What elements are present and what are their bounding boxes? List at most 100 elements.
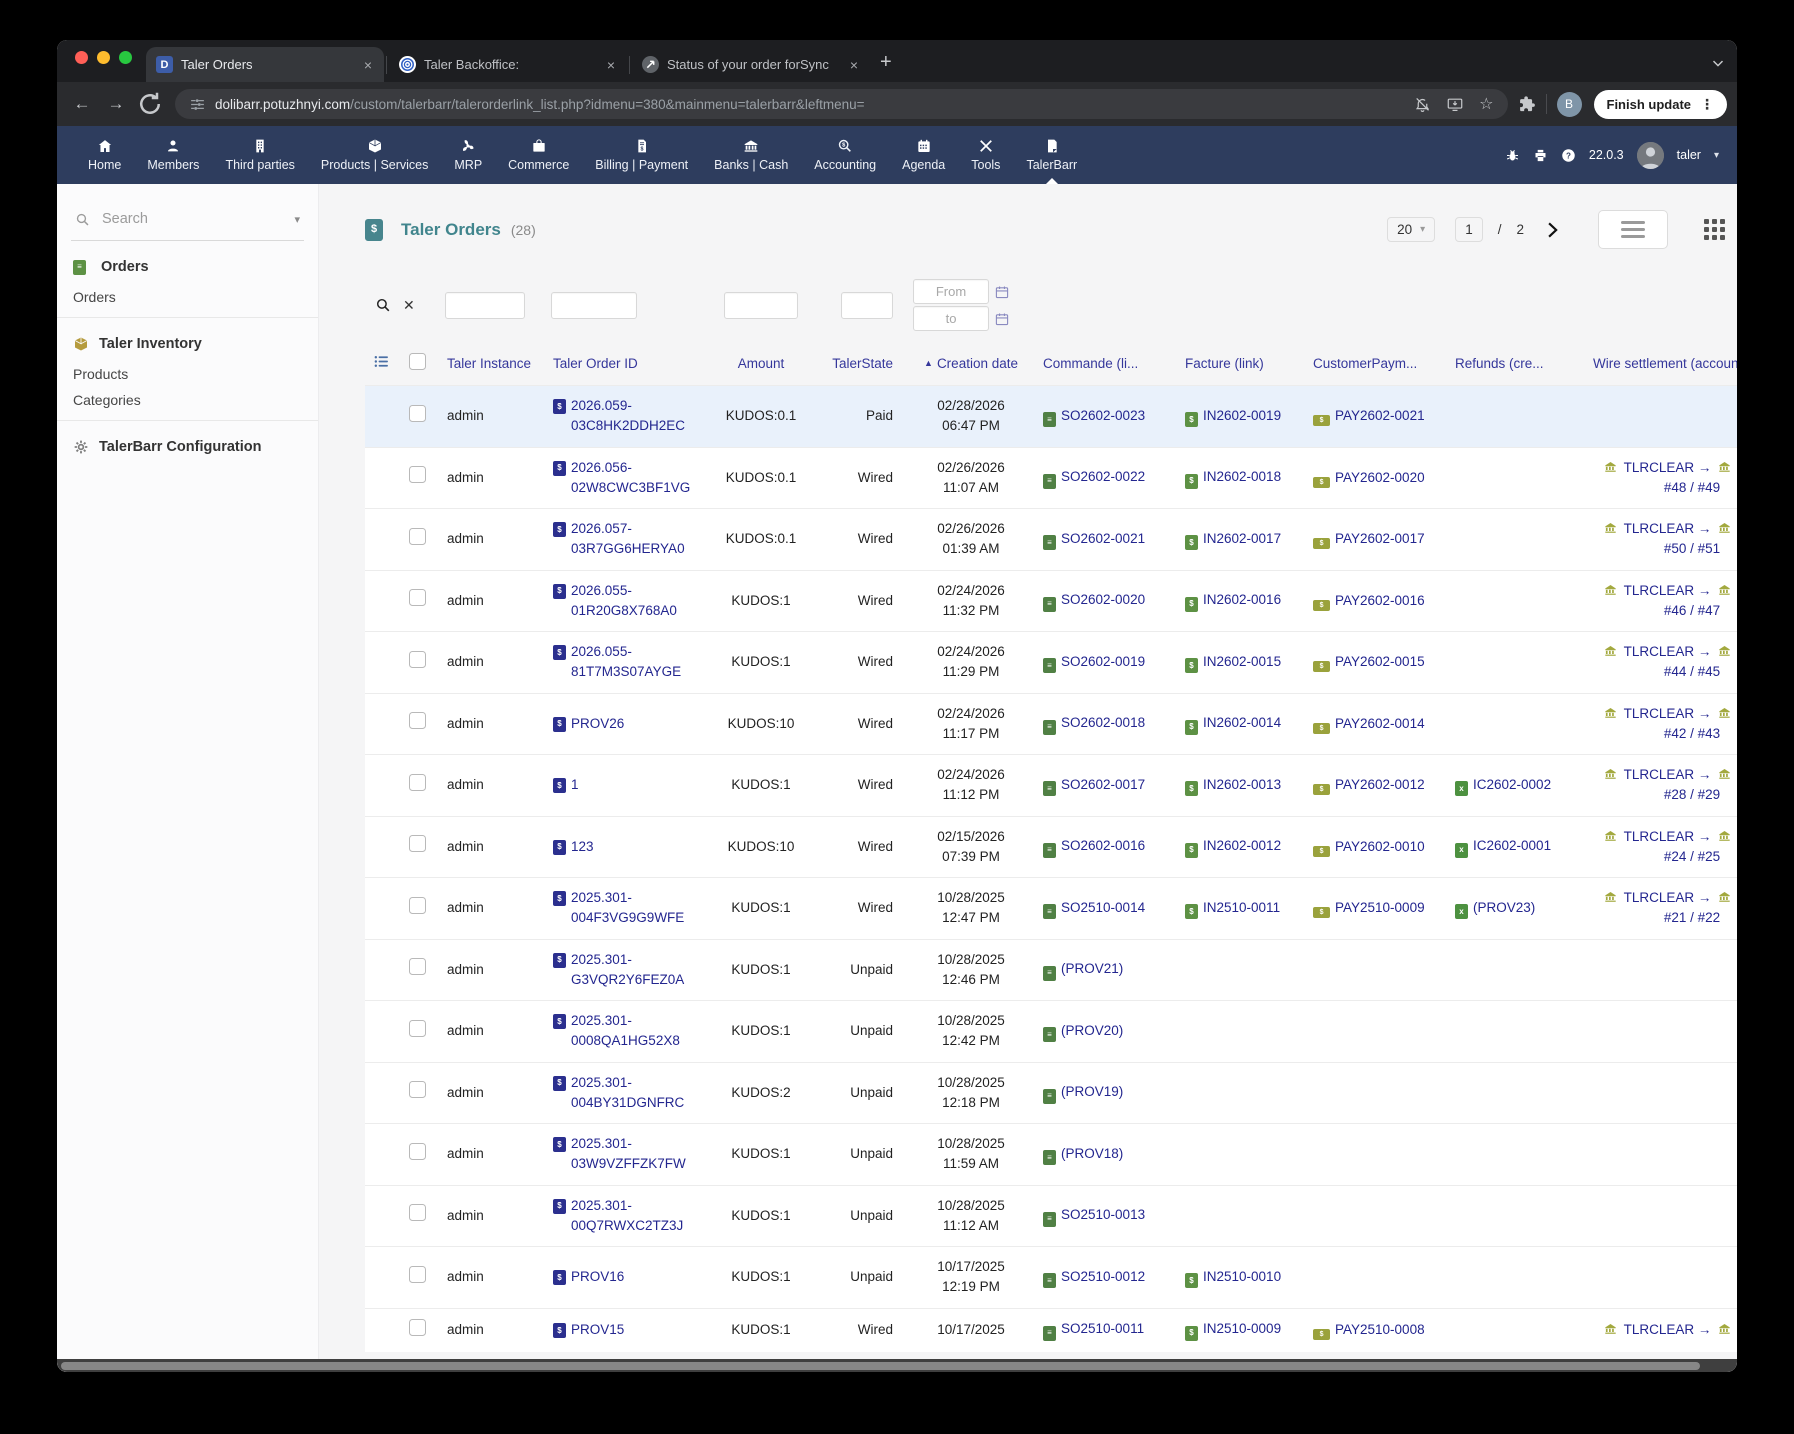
order-id-link[interactable]: $2025.301-004F3VG9G9WFE	[553, 888, 699, 929]
col-taler-instance[interactable]: Taler Instance	[439, 345, 545, 386]
nav-item-billing-payment[interactable]: $Billing | Payment	[582, 126, 701, 184]
order-id-link[interactable]: $2025.301-00Q7RWXC2TZ3J	[553, 1196, 699, 1237]
row-checkbox[interactable]	[409, 1081, 426, 1098]
minimize-window-button[interactable]	[97, 51, 110, 64]
row-checkbox[interactable]	[409, 651, 426, 668]
order-id-link[interactable]: $PROV15	[553, 1320, 699, 1340]
debug-bug-icon[interactable]	[1505, 148, 1520, 163]
facture-link[interactable]: $IN2510-0010	[1185, 1269, 1281, 1284]
facture-link[interactable]: $IN2602-0016	[1185, 592, 1281, 607]
row-checkbox[interactable]	[409, 1319, 426, 1336]
row-checkbox[interactable]	[409, 774, 426, 791]
sidebar-link-orders[interactable]: Orders	[73, 281, 302, 307]
refund-link[interactable]: xIC2602-0002	[1455, 777, 1551, 792]
commande-link[interactable]: ≡SO2602-0017	[1043, 777, 1145, 792]
facture-link[interactable]: $IN2602-0013	[1185, 777, 1281, 792]
table-row[interactable]: admin$2025.301-G3VQR2Y6FEZ0AKUDOS:1Unpai…	[365, 939, 1737, 1001]
order-id-link[interactable]: $2025.301-G3VQR2Y6FEZ0A	[553, 950, 699, 991]
commande-link[interactable]: ≡SO2602-0016	[1043, 838, 1145, 853]
close-window-button[interactable]	[75, 51, 88, 64]
table-row[interactable]: admin$2025.301-004F3VG9G9WFEKUDOS:1Wired…	[365, 878, 1737, 940]
payment-link[interactable]: $PAY2510-0009	[1313, 900, 1425, 915]
payment-link[interactable]: $PAY2602-0014	[1313, 716, 1425, 731]
grid-view-icon[interactable]	[1704, 219, 1725, 240]
col-amount[interactable]: Amount	[707, 345, 815, 386]
search-caret-icon[interactable]: ▾	[294, 213, 300, 226]
forward-button[interactable]: →	[101, 94, 131, 114]
user-avatar[interactable]	[1637, 142, 1664, 169]
row-checkbox[interactable]	[409, 835, 426, 852]
commande-link[interactable]: ≡(PROV21)	[1043, 961, 1123, 976]
col-refunds[interactable]: Refunds (cre...	[1447, 345, 1585, 386]
col-creation-date[interactable]: ▲Creation date	[907, 345, 1035, 386]
filter-talerstate-input[interactable]	[841, 292, 893, 319]
table-row[interactable]: admin$2026.056-02W8CWC3BF1VGKUDOS:0.1Wir…	[365, 447, 1737, 509]
order-id-link[interactable]: $123	[553, 837, 699, 857]
new-tab-button[interactable]: +	[880, 52, 892, 72]
next-page-button[interactable]	[1542, 220, 1562, 240]
table-row[interactable]: admin$2026.055-81T7M3S07AYGEKUDOS:1Wired…	[365, 632, 1737, 694]
facture-link[interactable]: $IN2602-0012	[1185, 838, 1281, 853]
commande-link[interactable]: ≡SO2602-0023	[1043, 408, 1145, 423]
payment-link[interactable]: $PAY2602-0015	[1313, 654, 1425, 669]
wire-refs[interactable]: #48 / #49	[1664, 480, 1720, 495]
filter-date-from-input[interactable]	[913, 279, 989, 304]
commande-link[interactable]: ≡SO2510-0011	[1043, 1321, 1144, 1336]
user-name[interactable]: taler	[1677, 148, 1701, 162]
col-commande[interactable]: Commande (li...	[1035, 345, 1177, 386]
row-checkbox[interactable]	[409, 1143, 426, 1160]
finish-update-button[interactable]: Finish update ⋮	[1594, 90, 1728, 119]
payment-link[interactable]: $PAY2602-0016	[1313, 593, 1425, 608]
wire-line[interactable]: TLRCLEAR → taler_te	[1601, 829, 1737, 844]
nav-item-talerbarr[interactable]: TalerBarr	[1013, 126, 1090, 184]
date-to-picker-icon[interactable]	[995, 312, 1009, 326]
tab-close-icon[interactable]: ×	[605, 57, 617, 73]
wire-line[interactable]: TLRCLEAR → taler_te	[1601, 890, 1737, 905]
commande-link[interactable]: ≡(PROV19)	[1043, 1084, 1123, 1099]
table-row[interactable]: admin$2025.301-0008QA1HG52X8KUDOS:1Unpai…	[365, 1001, 1737, 1063]
commande-link[interactable]: ≡SO2602-0018	[1043, 715, 1145, 730]
row-checkbox[interactable]	[409, 466, 426, 483]
commande-link[interactable]: ≡SO2510-0012	[1043, 1269, 1145, 1284]
payment-link[interactable]: $PAY2510-0008	[1313, 1322, 1425, 1337]
horizontal-scrollbar[interactable]	[57, 1359, 1737, 1372]
filter-taler-order-id-input[interactable]	[551, 292, 637, 319]
wire-line[interactable]: TLRCLEAR → taler_te	[1601, 460, 1737, 475]
nav-item-banks-cash[interactable]: Banks | Cash	[701, 126, 801, 184]
facture-link[interactable]: $IN2602-0019	[1185, 408, 1281, 423]
commande-link[interactable]: ≡SO2510-0014	[1043, 900, 1145, 915]
sidebar-section-title[interactable]: Taler Inventory	[73, 336, 302, 352]
nav-item-commerce[interactable]: Commerce	[495, 126, 582, 184]
browser-menu-icon[interactable]: ⋮	[1700, 96, 1714, 113]
commande-link[interactable]: ≡SO2602-0019	[1043, 654, 1145, 669]
commande-link[interactable]: ≡(PROV20)	[1043, 1023, 1123, 1038]
row-checkbox[interactable]	[409, 958, 426, 975]
row-checkbox[interactable]	[409, 897, 426, 914]
table-row[interactable]: admin$2026.059-03C8HK2DDH2ECKUDOS:0.1Pai…	[365, 386, 1737, 448]
list-view-button[interactable]	[1598, 210, 1668, 249]
browser-tab[interactable]: DTaler Orders×	[146, 47, 384, 82]
row-checkbox[interactable]	[409, 589, 426, 606]
bookmark-star-icon[interactable]: ☆	[1479, 94, 1493, 114]
order-id-link[interactable]: $PROV16	[553, 1267, 699, 1287]
wire-refs[interactable]: #42 / #43	[1664, 726, 1720, 741]
col-wire-settlement[interactable]: Wire settlement (accounts	[1585, 345, 1737, 386]
filter-date-to-input[interactable]	[913, 306, 989, 331]
row-checkbox[interactable]	[409, 1266, 426, 1283]
facture-link[interactable]: $IN2602-0015	[1185, 654, 1281, 669]
select-all-checkbox[interactable]	[409, 353, 426, 370]
tab-close-icon[interactable]: ×	[848, 57, 860, 73]
nav-item-agenda[interactable]: Agenda	[889, 126, 958, 184]
wire-refs[interactable]: #50 / #51	[1664, 541, 1720, 556]
nav-item-members[interactable]: Members	[134, 126, 212, 184]
commande-link[interactable]: ≡SO2602-0021	[1043, 531, 1145, 546]
nav-item-tools[interactable]: Tools	[958, 126, 1013, 184]
facture-link[interactable]: $IN2602-0017	[1185, 531, 1281, 546]
commande-link[interactable]: ≡SO2602-0022	[1043, 469, 1145, 484]
sidebar-section-title[interactable]: TalerBarr Configuration	[73, 439, 302, 455]
wire-refs[interactable]: #46 / #47	[1664, 603, 1720, 618]
payment-link[interactable]: $PAY2602-0017	[1313, 531, 1425, 546]
search-input[interactable]	[100, 210, 254, 228]
order-id-link[interactable]: $2026.055-81T7M3S07AYGE	[553, 642, 699, 683]
commande-link[interactable]: ≡SO2510-0013	[1043, 1207, 1145, 1222]
